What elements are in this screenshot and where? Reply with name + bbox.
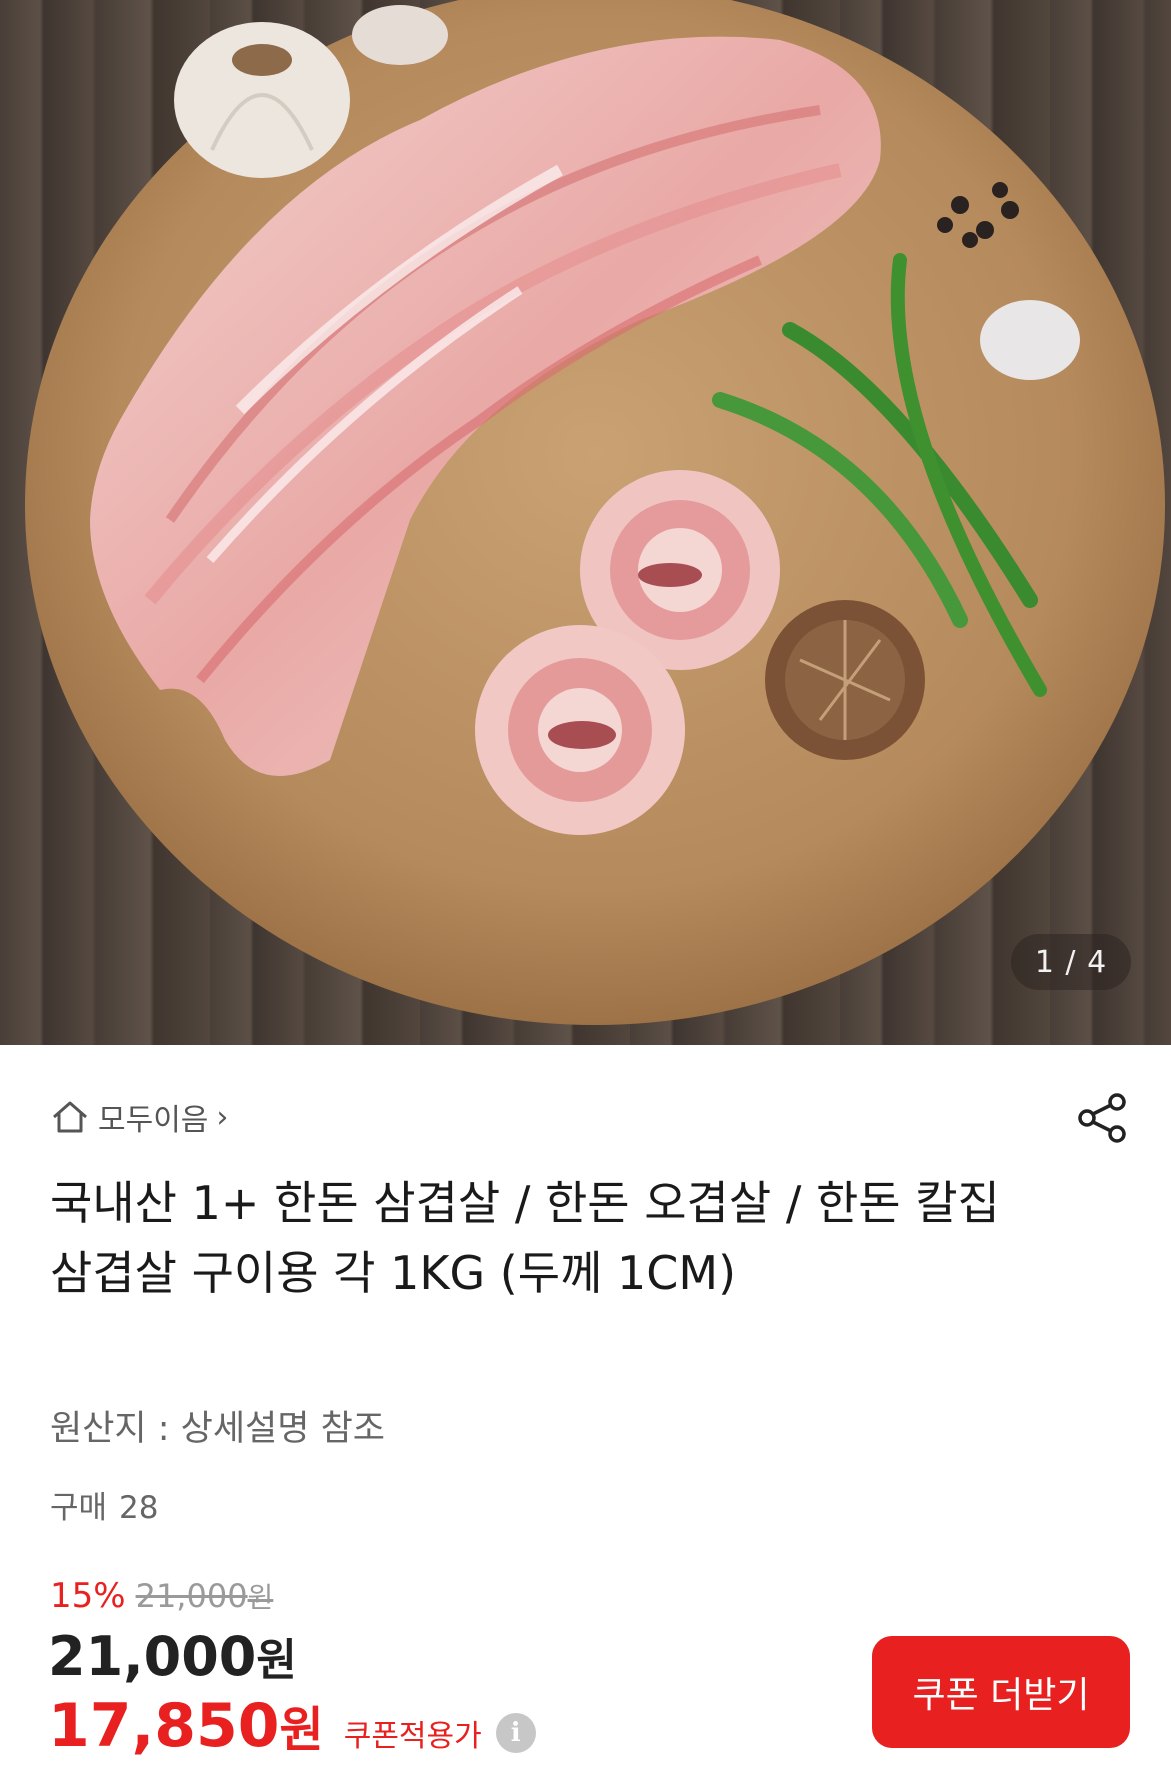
home-icon bbox=[50, 1099, 90, 1135]
share-button[interactable] bbox=[1073, 1090, 1133, 1150]
image-counter: 1 / 4 bbox=[1011, 934, 1131, 990]
store-name: 모두이음 bbox=[98, 1103, 209, 1138]
get-more-coupons-button[interactable]: 쿠폰 더받기 bbox=[872, 1636, 1130, 1748]
product-image bbox=[25, 0, 1165, 1025]
currency-unit: 원 bbox=[279, 1702, 324, 1758]
coupon-price-row: 17,850원 쿠폰적용가 i bbox=[48, 1690, 536, 1761]
original-price: 21,000원 bbox=[136, 1576, 274, 1616]
discount-row: 15% 21,000원 bbox=[50, 1576, 273, 1616]
discount-rate: 15% bbox=[50, 1576, 126, 1616]
chevron-right-icon: › bbox=[216, 1099, 229, 1135]
product-title: 국내산 1+ 한돈 삼겹살 / 한돈 오겹살 / 한돈 칼집 삼겹살 구이용 각… bbox=[50, 1176, 1000, 1300]
purchase-count: 구매 28 bbox=[50, 1482, 159, 1527]
info-icon[interactable]: i bbox=[495, 1712, 536, 1753]
origin-info: 원산지 : 상세설명 참조 bbox=[50, 1409, 385, 1449]
original-price-value: 21,000 bbox=[135, 1577, 248, 1615]
share-icon bbox=[1075, 1090, 1131, 1150]
product-image-gallery[interactable]: 1 / 4 bbox=[0, 0, 1171, 1045]
store-link[interactable]: 모두이음 › bbox=[50, 1095, 228, 1139]
purchase-label: 구매 bbox=[50, 1490, 108, 1526]
coupon-price-value: 17,850 bbox=[48, 1691, 280, 1761]
currency-unit: 원 bbox=[247, 1581, 274, 1614]
sale-price-value: 21,000 bbox=[48, 1625, 257, 1688]
purchase-number: 28 bbox=[119, 1490, 159, 1526]
coupon-price: 17,850원 bbox=[48, 1690, 324, 1761]
sale-price: 21,000원 bbox=[48, 1624, 297, 1688]
currency-unit: 원 bbox=[256, 1635, 297, 1686]
coupon-price-label: 쿠폰적용가 bbox=[343, 1718, 482, 1754]
